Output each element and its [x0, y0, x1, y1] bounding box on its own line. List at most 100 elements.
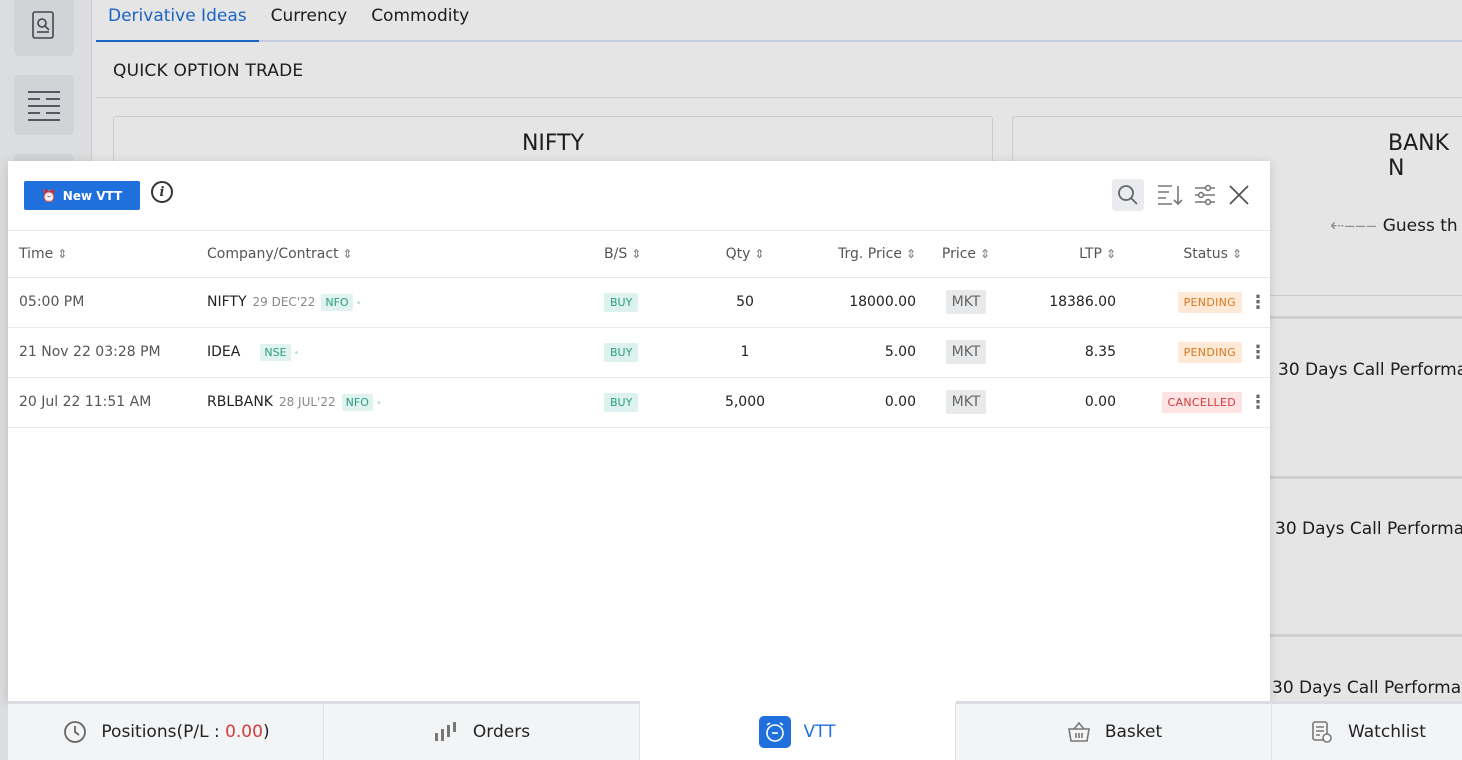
- new-vtt-button[interactable]: ⏰ New VTT: [24, 181, 140, 210]
- contract-expiry: 28 JUL'22: [278, 394, 336, 409]
- cell-trg-price: 5.00: [786, 327, 916, 378]
- orders-tab[interactable]: Orders: [324, 701, 640, 760]
- cell-status: PENDING: [1116, 327, 1246, 378]
- col-bs[interactable]: B/S ⇕: [604, 231, 704, 278]
- pl-value: 0.00: [225, 722, 263, 742]
- exchange-badge: NFO: [341, 393, 373, 411]
- alarm-clock-icon: ⏰: [41, 188, 57, 203]
- col-ltp[interactable]: LTP ⇕: [1016, 231, 1116, 278]
- watchlist-label: Watchlist: [1348, 722, 1426, 742]
- col-company[interactable]: Company/Contract ⇕: [207, 231, 604, 278]
- cell-price: MKT: [916, 327, 1016, 378]
- cell-ltp: 18386.00: [1016, 277, 1116, 328]
- watchlist-tab[interactable]: Watchlist: [1272, 701, 1462, 760]
- basket-icon: [1065, 718, 1093, 746]
- cell-company: NIFTY 29 DEC'22 NFO •: [207, 277, 604, 328]
- vtt-label: VTT: [803, 722, 836, 742]
- orders-label: Orders: [472, 722, 531, 742]
- bottom-bar: Positions(P/L : 0.00) Orders VTT Basket …: [8, 701, 1462, 760]
- col-time[interactable]: Time ⇕: [8, 231, 207, 278]
- vtt-tab[interactable]: VTT: [640, 701, 956, 760]
- modal-header: ⏰ New VTT i: [8, 161, 1270, 231]
- vtt-table: Time ⇕ Company/Contract ⇕ B/S ⇕ Qty ⇕ Trg. P…: [8, 231, 1270, 428]
- col-price[interactable]: Price ⇕: [916, 231, 1016, 278]
- cell-bs: BUY: [604, 327, 704, 378]
- info-icon[interactable]: i: [151, 181, 173, 203]
- cell-ltp: 0.00: [1016, 377, 1116, 428]
- sort-arrows-icon: ⇕: [754, 246, 765, 261]
- cell-bs: BUY: [604, 377, 704, 428]
- cell-company: RBLBANK 28 JUL'22 NFO •: [207, 377, 604, 428]
- cell-price: MKT: [916, 377, 1016, 428]
- sort-arrows-icon: ⇕: [980, 246, 991, 261]
- mkt-badge: MKT: [945, 290, 987, 314]
- col-trg-price[interactable]: Trg. Price ⇕: [786, 231, 916, 278]
- sort-button[interactable]: [1154, 179, 1186, 211]
- cell-trg-price: 18000.00: [786, 277, 916, 328]
- basket-tab[interactable]: Basket: [956, 701, 1272, 760]
- positions-icon: [61, 718, 89, 746]
- cell-bs: BUY: [604, 277, 704, 328]
- more-vertical-icon[interactable]: ⋮: [1246, 377, 1270, 428]
- cell-status: CANCELLED: [1116, 377, 1246, 428]
- cell-time: 20 Jul 22 11:51 AM: [8, 377, 207, 428]
- dot-icon: •: [355, 297, 362, 309]
- contract-name: RBLBANK: [207, 393, 273, 410]
- more-vertical-icon[interactable]: ⋮: [1246, 277, 1270, 328]
- basket-label: Basket: [1104, 722, 1163, 742]
- sort-icon: [1158, 185, 1183, 206]
- search-icon: [1118, 185, 1138, 205]
- sort-arrows-icon: ⇕: [57, 246, 68, 261]
- close-button[interactable]: [1223, 179, 1255, 211]
- cell-qty: 1: [704, 327, 786, 378]
- mkt-badge: MKT: [945, 390, 987, 414]
- buy-badge: BUY: [604, 392, 639, 412]
- status-badge: PENDING: [1177, 341, 1242, 363]
- table-header-row: Time ⇕ Company/Contract ⇕ B/S ⇕ Qty ⇕ Trg. P…: [8, 231, 1270, 278]
- cell-ltp: 8.35: [1016, 327, 1116, 378]
- cell-time: 05:00 PM: [8, 277, 207, 328]
- contract-name: IDEA: [207, 343, 241, 360]
- col-qty[interactable]: Qty ⇕: [704, 231, 786, 278]
- exchange-badge: NFO: [321, 293, 353, 311]
- search-button[interactable]: [1112, 179, 1144, 211]
- filter-button[interactable]: [1189, 179, 1221, 211]
- col-status[interactable]: Status ⇕: [1116, 231, 1246, 278]
- vtt-alarm-icon: [759, 716, 792, 748]
- sort-arrows-icon: ⇕: [1105, 246, 1116, 261]
- sort-arrows-icon: ⇕: [905, 246, 916, 261]
- close-icon: [1229, 185, 1249, 205]
- sort-arrows-icon: ⇕: [1231, 246, 1242, 261]
- sort-arrows-icon: ⇕: [342, 246, 353, 261]
- dot-icon: •: [375, 397, 382, 409]
- table-row[interactable]: 05:00 PM NIFTY 29 DEC'22 NFO • BUY 50 18000…: [8, 277, 1270, 328]
- col-menu: [1246, 231, 1270, 278]
- buy-badge: BUY: [604, 342, 639, 362]
- vtt-modal: ⏰ New VTT i Time ⇕ Company/Contract ⇕ B/S ⇕…: [8, 161, 1270, 701]
- cell-company: IDEA NSE •: [207, 327, 604, 378]
- dot-icon: •: [293, 347, 300, 359]
- positions-label: Positions(P/L : 0.00): [101, 722, 270, 742]
- status-badge: CANCELLED: [1161, 391, 1242, 413]
- contract-expiry: 29 DEC'22: [252, 294, 316, 309]
- cell-trg-price: 0.00: [786, 377, 916, 428]
- mkt-badge: MKT: [945, 340, 987, 364]
- table-row[interactable]: 21 Nov 22 03:28 PM IDEA NSE • BUY 1 5.00 M…: [8, 327, 1270, 378]
- watchlist-icon: [1308, 718, 1336, 746]
- cell-price: MKT: [916, 277, 1016, 328]
- filter-icon: [1195, 184, 1215, 206]
- cell-time: 21 Nov 22 03:28 PM: [8, 327, 207, 378]
- status-badge: PENDING: [1177, 291, 1242, 313]
- orders-chart-icon: [433, 718, 461, 746]
- sort-arrows-icon: ⇕: [631, 246, 642, 261]
- exchange-badge: NSE: [260, 343, 291, 361]
- buy-badge: BUY: [604, 292, 639, 312]
- cell-qty: 50: [704, 277, 786, 328]
- cell-qty: 5,000: [704, 377, 786, 428]
- positions-tab[interactable]: Positions(P/L : 0.00): [8, 701, 324, 760]
- contract-name: NIFTY: [207, 293, 247, 310]
- table-row[interactable]: 20 Jul 22 11:51 AM RBLBANK 28 JUL'22 NFO • …: [8, 377, 1270, 428]
- new-vtt-label: New VTT: [62, 188, 123, 203]
- more-vertical-icon[interactable]: ⋮: [1246, 327, 1270, 378]
- cell-status: PENDING: [1116, 277, 1246, 328]
